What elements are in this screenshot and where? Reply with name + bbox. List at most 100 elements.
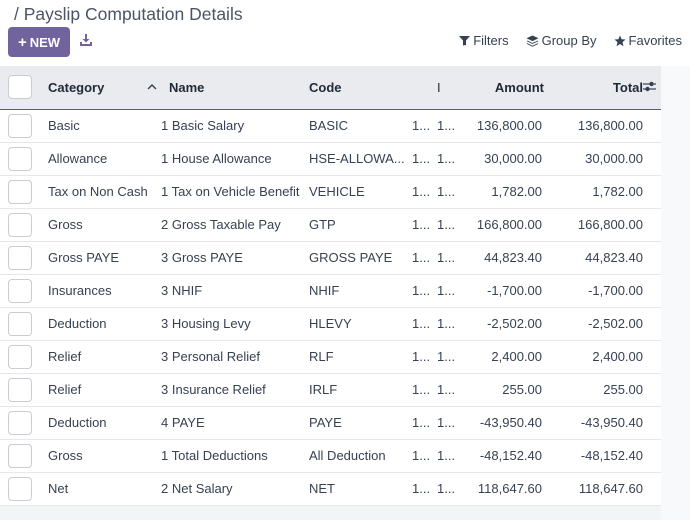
cell-name: 4 PAYE	[161, 406, 309, 439]
cell-code: VEHICLE	[309, 184, 365, 199]
cell-category: Gross	[48, 448, 83, 463]
row-checkbox[interactable]	[8, 278, 32, 303]
cell-name-text: NHIF	[171, 283, 203, 298]
column-header-category[interactable]: Category	[40, 66, 161, 109]
new-button-label: NEW	[29, 34, 61, 50]
download-icon[interactable]	[79, 33, 93, 47]
cell-truncated-1: 1...	[412, 283, 431, 298]
row-checkbox[interactable]	[8, 179, 32, 204]
select-all-checkbox[interactable]	[8, 75, 32, 100]
cell-category: Relief	[48, 349, 82, 364]
optional-columns-toggle-icon[interactable]	[643, 80, 656, 95]
row-checkbox[interactable]	[8, 410, 32, 435]
cell-amount: 118,647.60	[477, 481, 542, 496]
cell-name-text: Tax on Vehicle Benefit	[171, 184, 300, 199]
cell-category: Relief	[48, 382, 82, 397]
table-row[interactable]: Basic 1 Basic Salary BASIC 1... 1... 136,800.…	[0, 109, 661, 142]
search-tools: Filters Group By Favorites	[459, 33, 682, 48]
table-row[interactable]: Gross 1 Total Deductions All Deduction 1...…	[0, 439, 661, 472]
column-header-narrow[interactable]: I	[437, 66, 464, 109]
cell-truncated-1: 1...	[412, 151, 431, 166]
cell-code: HLEVY	[309, 316, 352, 331]
select-all-cell	[0, 66, 40, 109]
cell-category: Allowance	[48, 151, 108, 166]
cell-name: 3 Gross PAYE	[161, 241, 309, 274]
cell-name-text: House Allowance	[171, 151, 272, 166]
row-select-cell	[0, 406, 40, 439]
cell-total: 1,782.00	[592, 184, 643, 199]
cell-spacer	[643, 274, 661, 307]
row-select-cell	[0, 109, 40, 142]
cell-total: -43,950.40	[580, 415, 643, 430]
row-checkbox[interactable]	[8, 443, 32, 468]
column-header-amount[interactable]: Amount	[464, 66, 554, 109]
filters-button[interactable]: Filters	[459, 33, 509, 48]
cell-name: 1 Basic Salary	[161, 109, 309, 142]
table-row[interactable]: Deduction 3 Housing Levy HLEVY 1... 1... -2,5…	[0, 307, 661, 340]
cell-category: Gross	[48, 217, 83, 232]
new-button[interactable]: + NEW	[8, 27, 70, 57]
table-row[interactable]: Gross 2 Gross Taxable Pay GTP 1... 1... 166,8…	[0, 208, 661, 241]
table-row[interactable]: Gross PAYE 3 Gross PAYE GROSS PAYE 1... 1...…	[0, 241, 661, 274]
cell-code: All Deduction	[309, 448, 386, 463]
cell-truncated-2: 1...	[437, 217, 456, 232]
row-checkbox[interactable]	[8, 245, 32, 270]
cell-truncated-1: 1...	[412, 184, 431, 199]
row-checkbox[interactable]	[8, 146, 32, 171]
column-header-total[interactable]: Total	[554, 66, 643, 109]
cell-amount: 30,000.00	[484, 151, 542, 166]
list-table-container: Category Name Code I Amount Total Basic …	[0, 66, 661, 506]
cell-amount: 255.00	[502, 382, 542, 397]
column-header-hidden[interactable]	[411, 66, 437, 109]
cell-category: Tax on Non Cash	[48, 184, 148, 199]
cell-spacer	[643, 340, 661, 373]
table-row[interactable]: Insurances 3 NHIF NHIF 1... 1... -1,700.00 -1,…	[0, 274, 661, 307]
group-by-label: Group By	[541, 33, 597, 48]
cell-code: HSE-ALLOWA...	[309, 151, 405, 166]
row-checkbox[interactable]	[8, 212, 32, 237]
cell-truncated-2: 1...	[437, 382, 456, 397]
cell-truncated-2: 1...	[437, 283, 456, 298]
right-gutter	[661, 66, 690, 520]
table-row[interactable]: Relief 3 Insurance Relief IRLF 1... 1... 255.…	[0, 373, 661, 406]
row-checkbox[interactable]	[8, 377, 32, 402]
cell-amount: -43,950.40	[479, 415, 542, 430]
column-header-name[interactable]: Name	[161, 66, 309, 109]
cell-spacer	[643, 208, 661, 241]
cell-code: BASIC	[309, 118, 349, 133]
cell-truncated-2: 1...	[437, 316, 456, 331]
cell-amount: -2,502.00	[487, 316, 542, 331]
cell-truncated-2: 1...	[437, 250, 456, 265]
row-select-cell	[0, 307, 40, 340]
row-checkbox[interactable]	[8, 311, 32, 336]
cell-truncated-2: 1...	[437, 448, 456, 463]
cell-total: -2,502.00	[588, 316, 643, 331]
table-row[interactable]: Allowance 1 House Allowance HSE-ALLOWA... 1…	[0, 142, 661, 175]
table-row[interactable]: Relief 3 Personal Relief RLF 1... 1... 2,400.…	[0, 340, 661, 373]
cell-name-text: Basic Salary	[171, 118, 245, 133]
row-checkbox[interactable]	[8, 113, 32, 138]
favorites-button[interactable]: Favorites	[613, 33, 682, 48]
cell-category: Net	[48, 481, 69, 496]
cell-name: 3 Insurance Relief	[161, 373, 309, 406]
column-header-code[interactable]: Code	[309, 66, 411, 109]
cell-code: PAYE	[309, 415, 342, 430]
table-row[interactable]: Deduction 4 PAYE PAYE 1... 1... -43,950.40 -43…	[0, 406, 661, 439]
row-select-cell	[0, 208, 40, 241]
cell-code: GTP	[309, 217, 336, 232]
row-checkbox[interactable]	[8, 476, 32, 501]
cell-amount: -48,152.40	[479, 448, 542, 463]
table-row[interactable]: Tax on Non Cash 1 Tax on Vehicle Benefit V…	[0, 175, 661, 208]
table-row[interactable]: Net 2 Net Salary NET 1... 1... 118,647.60 118,…	[0, 472, 661, 505]
row-select-cell	[0, 142, 40, 175]
payslip-lines-table: Category Name Code I Amount Total Basic …	[0, 66, 661, 506]
filters-label: Filters	[473, 33, 509, 48]
cell-name: 1 Tax on Vehicle Benefit	[161, 175, 309, 208]
row-checkbox[interactable]	[8, 344, 32, 369]
cell-category: Deduction	[48, 316, 107, 331]
cell-spacer	[643, 406, 661, 439]
star-icon	[613, 35, 626, 46]
cell-total: 30,000.00	[585, 151, 643, 166]
group-by-button[interactable]: Group By	[526, 33, 597, 48]
row-select-cell	[0, 439, 40, 472]
